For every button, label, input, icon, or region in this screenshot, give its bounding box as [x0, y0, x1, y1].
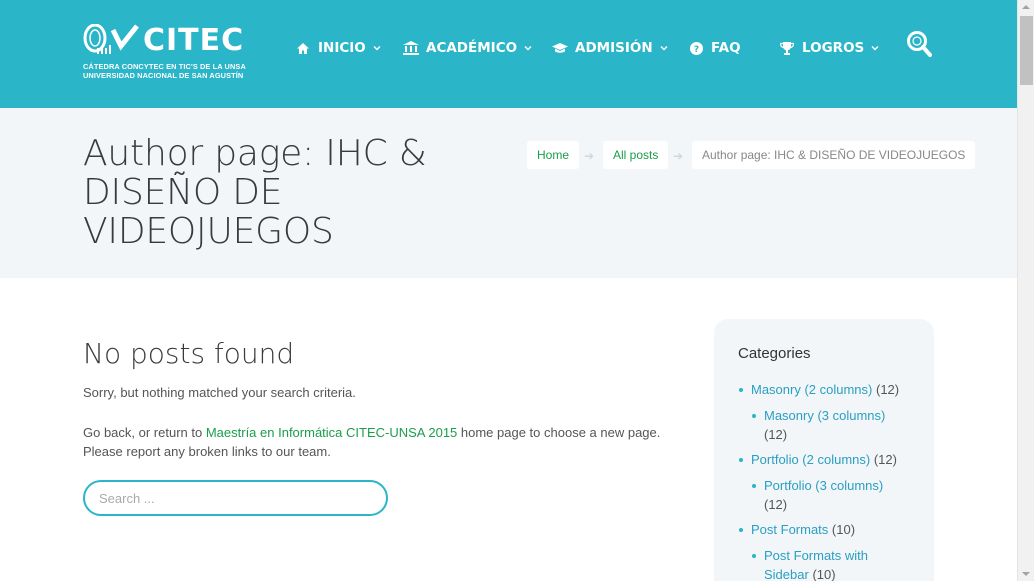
no-results-message: Sorry, but nothing matched your search c…: [83, 385, 356, 400]
bullet-icon: [752, 414, 756, 418]
logo-wordmark: CITEC: [143, 23, 245, 58]
nav-item-faq[interactable]: ? FAQ: [688, 40, 741, 56]
category-count: (12): [764, 427, 788, 442]
chevron-down-icon: [871, 45, 879, 51]
site-header: CITEC CÁTEDRA CONCYTEC EN TIC'S DE LA UN…: [0, 0, 1017, 112]
categories-widget: Categories Masonry (2 columns) (12) Maso…: [714, 319, 934, 581]
site-logo[interactable]: CITEC CÁTEDRA CONCYTEC EN TIC'S DE LA UN…: [83, 23, 246, 84]
question-circle-icon: ?: [688, 40, 704, 56]
search-icon[interactable]: [906, 30, 932, 58]
nav-label: ACADÉMICO: [426, 40, 518, 56]
page-scrollbar[interactable]: [1017, 0, 1034, 581]
nav-item-inicio[interactable]: INICIO: [295, 40, 381, 56]
graduation-cap-icon: [552, 40, 568, 56]
bank-icon: [403, 40, 419, 56]
nav-label: LOGROS: [802, 40, 865, 56]
bullet-icon: [739, 528, 743, 532]
page-title: Author page: IHC & DISEÑO DE VIDEOJUEGOS: [83, 133, 427, 252]
nav-item-academico[interactable]: ACADÉMICO: [403, 40, 532, 56]
category-count: (12): [764, 497, 788, 512]
category-link[interactable]: Masonry (2 columns): [751, 382, 872, 397]
nav-label: ADMISIÓN: [575, 40, 653, 56]
search-input[interactable]: [83, 480, 388, 516]
home-icon: [295, 40, 311, 56]
trophy-icon: [779, 40, 795, 56]
breadcrumb-current: Author page: IHC & DISEÑO DE VIDEOJUEGOS: [692, 141, 976, 169]
category-item: Masonry (2 columns) (12): [739, 380, 900, 399]
bullet-icon: [752, 484, 756, 488]
category-link[interactable]: Post Formats: [751, 522, 828, 537]
category-item: Post Formats (10): [739, 520, 856, 539]
chevron-down-icon: [524, 45, 532, 51]
scroll-up-arrow-icon[interactable]: [1022, 5, 1030, 9]
logo-subtitle-line2: UNIVERSIDAD NACIONAL DE SAN AGUSTÍN: [83, 71, 244, 80]
breadcrumb-home-link[interactable]: Home: [527, 141, 580, 169]
logo-subtitle: CÁTEDRA CONCYTEC EN TIC'S DE LA UNSA UNI…: [83, 62, 246, 80]
category-count: (12): [873, 452, 897, 467]
go-back-text-before: Go back, or return to: [83, 425, 206, 440]
citec-logo-mark-icon: [83, 24, 139, 54]
category-count: (10): [831, 522, 856, 537]
nav-item-logros[interactable]: LOGROS: [779, 40, 879, 56]
category-link[interactable]: Portfolio (3 columns): [764, 478, 883, 493]
breadcrumb-all-posts-link[interactable]: All posts: [603, 141, 669, 169]
categories-title: Categories: [738, 345, 811, 362]
breadcrumb-arrow-icon: ➔: [584, 149, 595, 163]
nav-label: INICIO: [318, 40, 366, 56]
bullet-icon: [739, 458, 743, 462]
chevron-down-icon: [660, 45, 668, 51]
logo-subtitle-line1: CÁTEDRA CONCYTEC EN TIC'S DE LA UNSA: [83, 62, 246, 71]
svg-text:?: ?: [693, 45, 698, 55]
category-count: (12): [876, 382, 900, 397]
bullet-icon: [752, 554, 756, 558]
category-item: Masonry (3 columns) (12): [752, 406, 904, 444]
nav-label: FAQ: [711, 40, 741, 56]
category-count: (10): [812, 567, 836, 581]
category-item: Portfolio (3 columns) (12): [752, 476, 904, 514]
home-site-link[interactable]: Maestría en Informática CITEC-UNSA 2015: [206, 425, 457, 440]
no-posts-heading: No posts found: [83, 337, 295, 370]
bullet-icon: [739, 388, 743, 392]
category-link[interactable]: Portfolio (2 columns): [751, 452, 870, 467]
scroll-down-arrow-icon[interactable]: [1022, 572, 1030, 576]
category-item: Portfolio (2 columns) (12): [739, 450, 897, 469]
category-item: Post Formats with Sidebar (10): [752, 546, 894, 581]
chevron-down-icon: [373, 45, 381, 51]
scrollbar-thumb[interactable]: [1020, 16, 1033, 85]
category-link[interactable]: Masonry (3 columns): [764, 408, 885, 423]
nav-item-admision[interactable]: ADMISIÓN: [552, 40, 668, 56]
breadcrumb-arrow-icon: ➔: [673, 149, 684, 163]
go-back-message: Go back, or return to Maestría en Inform…: [83, 423, 673, 461]
